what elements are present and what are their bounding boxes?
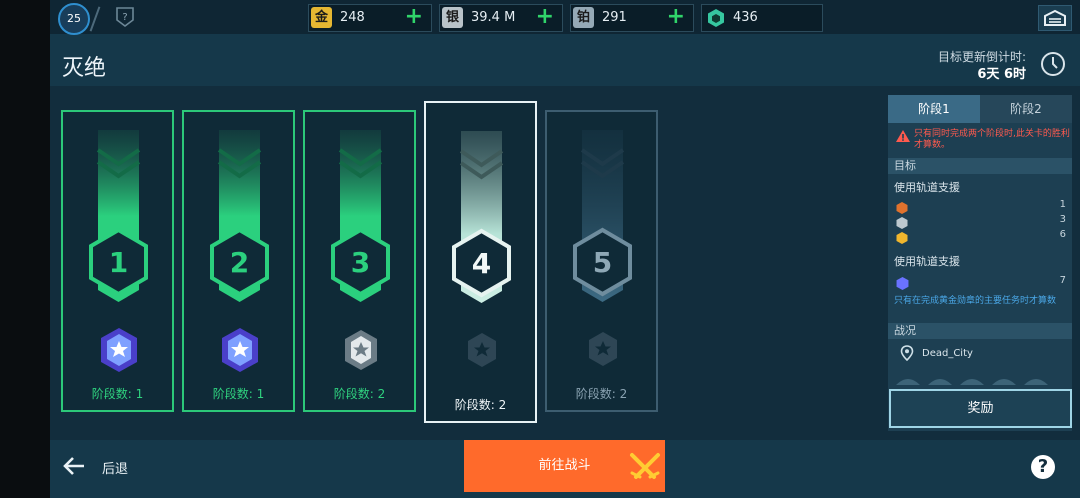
bronze-badge-icon [896,202,908,214]
stage-number: 5 [592,246,613,279]
count: 3 [1059,214,1066,225]
objectives-header: 目标 [888,158,1072,174]
silver-counter: 银 39.4 M + [439,4,563,32]
hangar-button[interactable] [1038,5,1072,31]
stage-count-label: 阶段数: 1 [91,387,144,401]
svg-text:?: ? [122,12,127,23]
stage-number: 3 [350,246,371,279]
unit-icons-row [896,379,1048,385]
divider [89,6,101,32]
platinum-icon: 铂 [573,7,594,28]
gem-value: 436 [733,10,758,25]
objective-2-text: 使用轨道支援 [894,255,960,268]
top-bar: 25 ? 金 248 + 银 39.4 M + 铂 291 + 436 [50,0,1080,35]
back-button[interactable]: 后退 [62,452,162,480]
silver-badge-icon [896,217,908,229]
purple-medal-icon [101,328,137,372]
gem-icon [708,9,724,27]
shield-help-icon[interactable]: ? [115,6,135,28]
stage-number: 1 [108,246,129,279]
locked-medal-icon [589,332,617,366]
objective-row-silver: 3 [896,214,1066,229]
platinum-counter: 铂 291 + [570,4,694,32]
gem-counter: 436 [701,4,823,32]
back-label: 后退 [102,462,129,477]
stage-card-1[interactable]: 1 阶段数: 1 [61,110,174,412]
stage-card-3[interactable]: 3 阶段数: 2 [303,110,416,412]
stage-number: 2 [229,246,250,279]
stage-count-label: 阶段数: 2 [575,387,628,401]
objective-note: 只有在完成黄金勋章的主要任务时才算数 [894,296,1057,306]
warning-text: 只有同时完成两个阶段时,此关卡的胜利才算数。 [914,129,1070,150]
stage-card-4[interactable]: 4 阶段数: 2 [424,101,537,423]
purple-badge-icon [896,277,909,290]
gold-icon: 金 [311,7,332,28]
map-name: Dead_City [922,348,973,359]
stage-card-5[interactable]: 5 阶段数: 2 [545,110,658,412]
stage-count-label: 阶段数: 2 [333,387,386,401]
warning-icon [896,130,910,142]
gold-value: 248 [340,10,365,25]
go-to-battle-button[interactable]: 前往战斗 [464,440,665,492]
gold-counter: 金 248 + [308,4,432,32]
clock-icon [1041,52,1065,76]
tab-phase-1[interactable]: 阶段1 [888,95,980,123]
help-button[interactable]: ? [1031,455,1055,479]
objectives-panel: 阶段1 阶段2 只有同时完成两个阶段时,此关卡的胜利才算数。 目标 使用轨道支援… [888,95,1072,431]
stage-card-2[interactable]: 2 阶段数: 1 [182,110,295,412]
count: 1 [1059,199,1066,210]
add-silver-button[interactable]: + [536,5,554,29]
stage-number: 4 [471,247,492,280]
phase-tabs: 阶段1 阶段2 [888,95,1072,123]
location-pin-icon [900,345,914,361]
objective-row-bronze: 1 [896,199,1066,214]
stage-count-label: 阶段数: 1 [212,387,265,401]
count: 6 [1059,229,1066,240]
gold-badge-icon [896,232,908,244]
add-gold-button[interactable]: + [405,5,423,29]
locked-medal-icon [468,333,496,367]
count: 7 [1059,275,1066,286]
objective-row-gold: 6 [896,229,1066,244]
objective-row-purple: 7 [896,275,1066,290]
stage-count-label: 阶段数: 2 [454,398,507,412]
platinum-value: 291 [602,10,627,25]
arrow-left-icon [63,457,84,475]
add-platinum-button[interactable]: + [667,5,685,29]
purple-medal-icon [222,328,258,372]
hangar-icon [1044,9,1066,26]
silver-icon: 银 [442,7,463,28]
countdown-value: 6天 6时 [977,67,1026,82]
page-title: 灭绝 [62,56,107,81]
objective-1-text: 使用轨道支援 [894,181,960,194]
player-level-badge[interactable]: 25 [58,3,90,35]
reward-button[interactable]: 奖励 [889,389,1072,428]
battle-header: 战况 [888,323,1072,339]
crossed-swords-icon [630,453,660,479]
tab-phase-2[interactable]: 阶段2 [980,95,1072,123]
game-screen: 25 ? 金 248 + 银 39.4 M + 铂 291 + 436 灭绝 目… [50,0,1080,498]
silver-value: 39.4 M [471,10,516,25]
silver-medal-icon [345,330,377,370]
